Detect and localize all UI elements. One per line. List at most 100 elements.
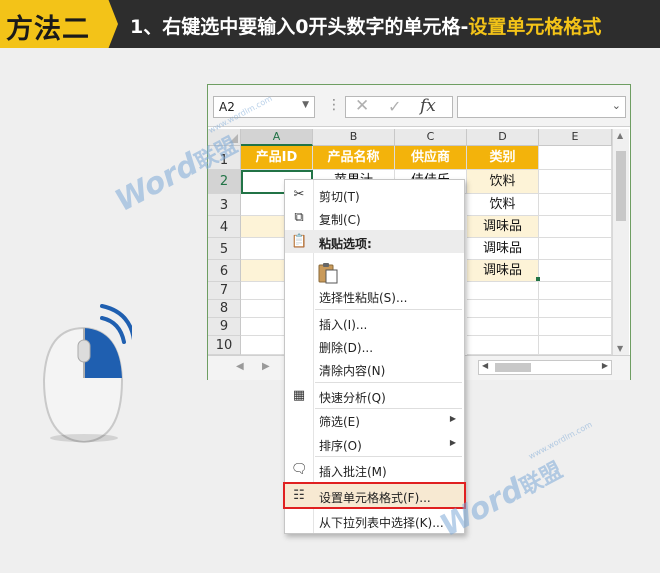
menu-item-cut[interactable]: ✂ 剪切(T) bbox=[285, 183, 464, 206]
column-header-d[interactable]: D bbox=[467, 129, 539, 146]
menu-item-label: 粘贴选项: bbox=[319, 237, 372, 251]
scroll-right-icon[interactable]: ▶ bbox=[602, 361, 608, 370]
menu-separator bbox=[315, 456, 462, 457]
menu-item-delete[interactable]: 删除(D)... bbox=[285, 334, 464, 357]
menu-separator bbox=[315, 382, 462, 383]
row-header-3[interactable]: 3 bbox=[208, 194, 241, 216]
scroll-left-icon[interactable]: ◀ bbox=[482, 361, 488, 370]
copy-icon: ⧉ bbox=[294, 210, 304, 225]
formula-buttons: ✕ ✓ fx bbox=[345, 96, 453, 118]
cell-e2[interactable] bbox=[539, 170, 612, 194]
column-header-e[interactable]: E bbox=[539, 129, 612, 146]
insert-function-icon[interactable]: fx bbox=[420, 96, 436, 116]
scroll-up-icon[interactable]: ▲ bbox=[617, 131, 623, 140]
row-header-6[interactable]: 6 bbox=[208, 260, 241, 282]
column-header-a[interactable]: A bbox=[241, 129, 313, 146]
scissors-icon: ✂ bbox=[293, 187, 305, 202]
watermark-brand-cn: 联盟 bbox=[516, 458, 567, 501]
mouse-icon bbox=[42, 304, 132, 444]
cell-e4[interactable] bbox=[539, 216, 612, 238]
row-header-2[interactable]: 2 bbox=[208, 170, 241, 194]
scroll-down-icon[interactable]: ▼ bbox=[617, 344, 623, 353]
watermark-url: www.wordlm.com bbox=[527, 419, 594, 462]
vertical-scroll-thumb[interactable] bbox=[616, 151, 626, 221]
cell-d2[interactable]: 饮料 bbox=[467, 170, 539, 194]
cell-d3[interactable]: 饮料 bbox=[467, 194, 539, 216]
menu-item-paste-special[interactable]: 选择性粘贴(S)... bbox=[285, 284, 464, 307]
cell-d4[interactable]: 调味品 bbox=[467, 216, 539, 238]
cell-d6[interactable]: 调味品 bbox=[467, 260, 539, 282]
banner-title-highlight: 设置单元格格式 bbox=[468, 16, 602, 38]
cell-d7[interactable] bbox=[467, 282, 539, 300]
cell-e7[interactable] bbox=[539, 282, 612, 300]
cell-e8[interactable] bbox=[539, 300, 612, 318]
menu-item-label: 快速分析(Q) bbox=[319, 391, 386, 405]
banner-title: 1、右键选中要输入0开头数字的单元格-设置单元格格式 bbox=[130, 12, 601, 39]
paste-icon: 📋 bbox=[291, 234, 308, 249]
menu-item-label: 复制(C) bbox=[319, 213, 361, 227]
menu-item-insert[interactable]: 插入(I)... bbox=[285, 311, 464, 334]
column-header-b[interactable]: B bbox=[313, 129, 395, 146]
menu-item-filter[interactable]: 筛选(E) ▶ bbox=[285, 408, 464, 431]
cell-e9[interactable] bbox=[539, 318, 612, 336]
menu-item-copy[interactable]: ⧉ 复制(C) bbox=[285, 206, 464, 229]
vertical-scrollbar[interactable]: ▲ ▼ bbox=[612, 129, 629, 355]
formula-bar: A2 ▼ ⋮ ✕ ✓ fx ⌄ bbox=[208, 85, 630, 127]
formula-input[interactable]: ⌄ bbox=[457, 96, 626, 118]
menu-item-label: 清除内容(N) bbox=[319, 364, 386, 378]
submenu-arrow-icon: ▶ bbox=[449, 414, 456, 423]
horizontal-scroll-thumb[interactable] bbox=[495, 363, 531, 372]
menu-item-label: 选择性粘贴(S)... bbox=[319, 291, 408, 305]
fill-handle[interactable] bbox=[536, 277, 540, 281]
cell-a1[interactable]: 产品ID bbox=[241, 146, 313, 170]
menu-item-quick-analysis[interactable]: ▦ 快速分析(Q) bbox=[285, 384, 464, 407]
menu-item-label: 筛选(E) bbox=[319, 415, 360, 429]
chevron-down-icon[interactable]: ▼ bbox=[302, 100, 309, 110]
more-icon: ⋮ bbox=[327, 97, 341, 113]
menu-item-insert-comment[interactable]: 🗨 插入批注(M) bbox=[285, 458, 464, 481]
row-header-9[interactable]: 9 bbox=[208, 318, 241, 336]
menu-item-label: 剪切(T) bbox=[319, 190, 360, 204]
sheet-next-icon[interactable]: ▶ bbox=[262, 361, 270, 372]
menu-item-label: 删除(D)... bbox=[319, 341, 374, 355]
header-banner: 方法二 1、右键选中要输入0开头数字的单元格-设置单元格格式 bbox=[0, 0, 660, 48]
row-header-10[interactable]: 10 bbox=[208, 336, 241, 355]
sheet-prev-icon[interactable]: ◀ bbox=[236, 361, 244, 372]
menu-item-clear-contents[interactable]: 清除内容(N) bbox=[285, 357, 464, 380]
paste-icon[interactable] bbox=[318, 262, 338, 284]
menu-item-label: 插入批注(M) bbox=[319, 465, 387, 479]
row-header-5[interactable]: 5 bbox=[208, 238, 241, 260]
menu-separator bbox=[315, 309, 462, 310]
horizontal-scrollbar[interactable]: ◀ ▶ bbox=[478, 360, 612, 375]
cell-e6[interactable] bbox=[539, 260, 612, 282]
cell-e10[interactable] bbox=[539, 336, 612, 355]
menu-item-label: 从下拉列表中选择(K)... bbox=[319, 516, 444, 530]
column-header-c[interactable]: C bbox=[395, 129, 467, 146]
cell-e1[interactable] bbox=[539, 146, 612, 170]
cell-c1[interactable]: 供应商 bbox=[395, 146, 467, 170]
menu-separator bbox=[315, 482, 462, 483]
cell-b1[interactable]: 产品名称 bbox=[313, 146, 395, 170]
method-badge: 方法二 bbox=[0, 0, 118, 48]
row-header-8[interactable]: 8 bbox=[208, 300, 241, 318]
checkmark-icon[interactable]: ✓ bbox=[388, 97, 401, 116]
cancel-icon[interactable]: ✕ bbox=[355, 96, 369, 116]
name-box-value: A2 bbox=[219, 100, 235, 114]
comment-icon: 🗨 bbox=[291, 462, 308, 477]
row-header-4[interactable]: 4 bbox=[208, 216, 241, 238]
quick-analysis-icon: ▦ bbox=[292, 388, 306, 403]
expand-formula-icon[interactable]: ⌄ bbox=[612, 99, 621, 112]
cell-d1[interactable]: 类别 bbox=[467, 146, 539, 170]
menu-item-label: 设置单元格格式(F)... bbox=[319, 491, 431, 505]
cell-d5[interactable]: 调味品 bbox=[467, 238, 539, 260]
cell-e5[interactable] bbox=[539, 238, 612, 260]
menu-item-format-cells[interactable]: ☷ 设置单元格格式(F)... bbox=[283, 482, 466, 509]
row-header-7[interactable]: 7 bbox=[208, 282, 241, 300]
menu-item-sort[interactable]: 排序(O) ▶ bbox=[285, 432, 464, 455]
cell-d9[interactable] bbox=[467, 318, 539, 336]
menu-paste-options-header: 📋 粘贴选项: bbox=[285, 230, 464, 253]
cell-e3[interactable] bbox=[539, 194, 612, 216]
cell-d10[interactable] bbox=[467, 336, 539, 355]
cell-d8[interactable] bbox=[467, 300, 539, 318]
method-badge-text: 方法二 bbox=[6, 14, 90, 45]
